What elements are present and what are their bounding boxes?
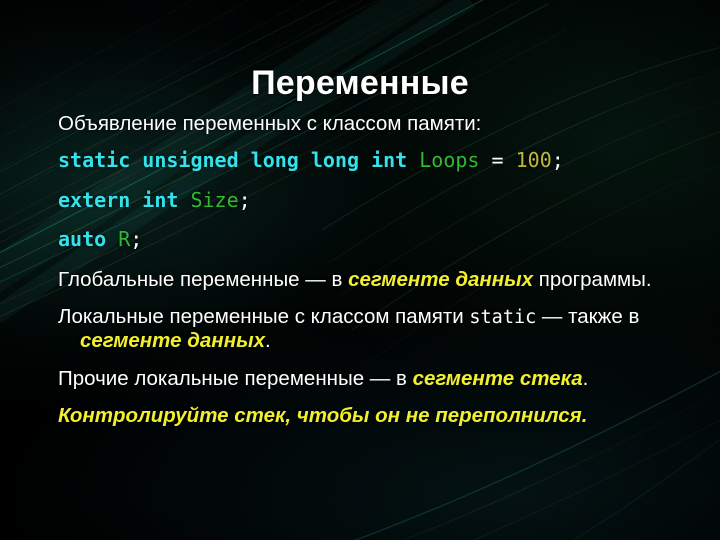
- paragraph-local-other-suffix: .: [582, 366, 589, 390]
- paragraph-local-static-emphasis: сегменте данных: [80, 329, 265, 353]
- paragraph-local-other: Прочие локальные переменные — в сегменте…: [58, 367, 688, 391]
- slide-canvas: Переменные Объявление переменных с класс…: [0, 0, 720, 540]
- code-identifier: Loops: [419, 148, 480, 173]
- code-line-3: auto R;: [36, 228, 688, 252]
- paragraph-global-prefix: Глобальные переменные — в: [58, 267, 349, 291]
- code-line-1: static unsigned long long int Loops = 10…: [36, 148, 688, 173]
- code-identifier: Size: [190, 187, 239, 212]
- paragraph-global-variables: Глобальные переменные — в сегменте данны…: [58, 268, 688, 292]
- paragraph-local-static-suffix: .: [264, 329, 271, 353]
- paragraph-local-other-emphasis: сегменте стека: [412, 366, 583, 390]
- code-operator: =: [491, 148, 504, 173]
- code-punctuation: ;: [551, 148, 564, 173]
- code-identifier: R: [118, 227, 131, 252]
- intro-text: Объявление переменных с классом памяти:: [58, 112, 482, 135]
- paragraph-local-static-code: static: [469, 307, 537, 329]
- code-keyword: auto: [58, 227, 107, 252]
- code-line-2: extern int Size;: [36, 187, 688, 213]
- paragraph-local-static: Локальные переменные с классом памяти st…: [58, 305, 688, 353]
- code-punctuation: ;: [130, 227, 143, 252]
- warning-text: Контролируйте стек, чтобы он не переполн…: [58, 403, 588, 427]
- code-keyword: static unsigned long long int: [58, 148, 408, 173]
- page-title: Переменные: [251, 63, 469, 102]
- code-keyword: extern int: [58, 187, 179, 212]
- code-punctuation: ;: [238, 187, 251, 212]
- slide-body: Объявление переменных с классом памяти: …: [36, 112, 688, 428]
- paragraph-local-static-prefix: Локальные переменные с классом памяти: [58, 305, 470, 329]
- paragraph-global-emphasis: сегменте данных: [348, 267, 534, 291]
- paragraph-local-static-middle: — также в: [536, 305, 640, 329]
- code-number: 100: [515, 148, 552, 173]
- paragraph-global-suffix: программы.: [533, 267, 652, 291]
- paragraph-local-other-prefix: Прочие локальные переменные — в: [58, 366, 413, 390]
